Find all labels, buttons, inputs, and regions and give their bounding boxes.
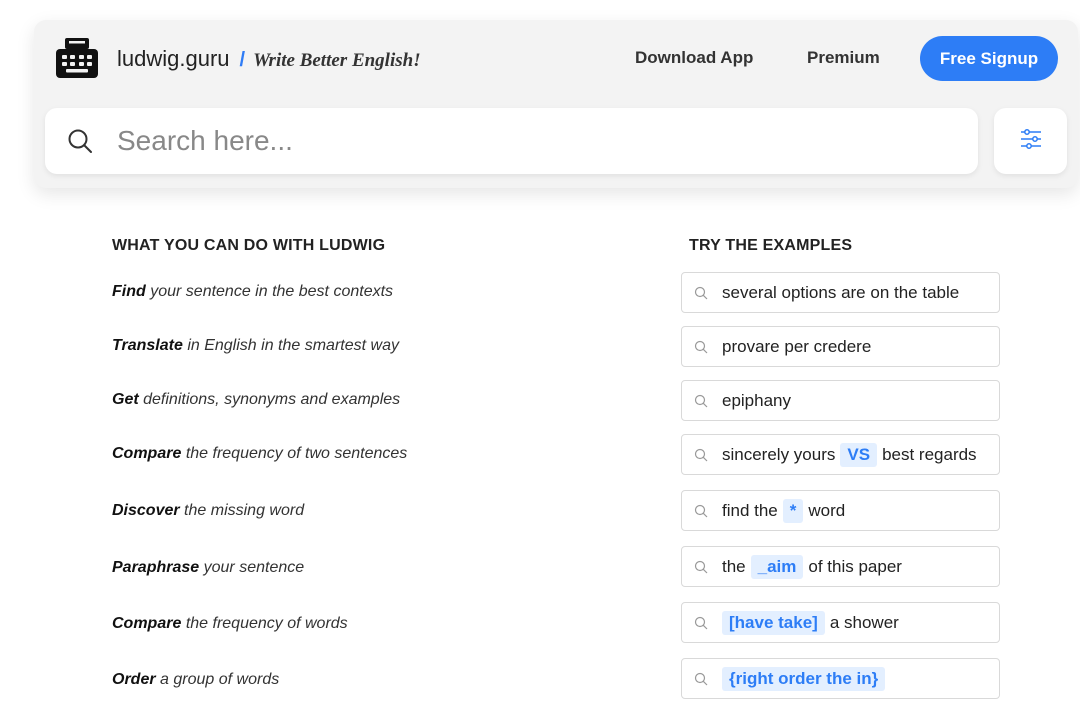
example-text-after: word xyxy=(808,500,846,520)
typewriter-icon[interactable] xyxy=(54,36,100,80)
feature-item: Translate in English in the smartest way xyxy=(112,337,399,355)
example-text-after: best regards xyxy=(882,444,977,464)
feature-item: Paraphrase your sentence xyxy=(112,559,304,577)
example-highlight: [have take] xyxy=(722,610,825,635)
example-text: epiphany xyxy=(722,390,792,410)
example-highlight: VS xyxy=(840,442,878,467)
search-input[interactable] xyxy=(117,120,957,162)
example-text: find the xyxy=(722,500,778,520)
feature-text: in English in the smartest way xyxy=(187,337,399,354)
brand-tagline: Write Better English! xyxy=(253,50,421,71)
feature-verb: Translate xyxy=(112,337,183,354)
examples-heading: TRY THE EXAMPLES xyxy=(689,237,853,254)
example-search-chip[interactable]: epiphany xyxy=(681,380,1000,421)
features-heading: WHAT YOU CAN DO WITH LUDWIG xyxy=(112,237,386,254)
feature-verb: Compare xyxy=(112,445,182,462)
feature-verb: Find xyxy=(112,283,146,300)
example-text-after: of this paper xyxy=(808,556,902,576)
feature-text: the frequency of words xyxy=(185,615,348,632)
example-search-chip[interactable]: [have take] a shower xyxy=(681,602,1000,643)
example-text: several options are on the table xyxy=(722,282,960,302)
search-box[interactable] xyxy=(45,108,978,174)
free-signup-button[interactable]: Free Signup xyxy=(920,36,1058,81)
example-text: sincerely yours xyxy=(722,444,836,464)
example-highlight: {right order the in} xyxy=(722,666,886,691)
filter-button[interactable] xyxy=(994,108,1067,174)
brand[interactable]: ludwig.guru / Write Better English! xyxy=(117,46,421,72)
header-card: ludwig.guru / Write Better English! Down… xyxy=(34,20,1078,188)
feature-verb: Paraphrase xyxy=(112,559,200,576)
feature-text: the frequency of two sentences xyxy=(185,445,408,462)
example-highlight: * xyxy=(782,498,804,523)
sliders-icon xyxy=(1019,128,1043,155)
feature-text: definitions, synonyms and examples xyxy=(143,391,401,408)
feature-item: Compare the frequency of two sentences xyxy=(112,445,407,463)
feature-verb: Compare xyxy=(112,615,182,632)
feature-item: Compare the frequency of words xyxy=(112,615,348,633)
search-icon xyxy=(694,286,708,299)
search-icon xyxy=(694,340,708,353)
feature-verb: Order xyxy=(112,671,156,688)
example-search-chip[interactable]: several options are on the table xyxy=(681,272,1000,313)
example-search-chip[interactable]: provare per credere xyxy=(681,326,1000,367)
feature-item: Order a group of words xyxy=(112,671,279,689)
search-icon xyxy=(67,128,93,154)
example-search-chip[interactable]: sincerely yours VS best regards xyxy=(681,434,1000,475)
brand-slash: / xyxy=(239,49,246,71)
example-highlight: _aim xyxy=(750,554,804,579)
feature-text: a group of words xyxy=(160,671,280,688)
search-icon xyxy=(694,504,708,517)
example-text: provare per credere xyxy=(722,336,872,356)
feature-item: Find your sentence in the best contexts xyxy=(112,283,393,301)
feature-verb: Discover xyxy=(112,502,180,519)
feature-verb: Get xyxy=(112,391,139,408)
example-text-after: a shower xyxy=(829,612,899,632)
example-search-chip[interactable]: the _aim of this paper xyxy=(681,546,1000,587)
example-search-chip[interactable]: find the * word xyxy=(681,490,1000,531)
feature-item: Get definitions, synonyms and examples xyxy=(112,391,400,409)
brand-name: ludwig.guru xyxy=(117,46,230,71)
search-icon xyxy=(694,448,708,461)
search-icon xyxy=(694,560,708,573)
search-icon xyxy=(694,616,708,629)
premium-link[interactable]: Premium xyxy=(807,48,880,68)
feature-item: Discover the missing word xyxy=(112,502,304,520)
feature-text: your sentence in the best contexts xyxy=(150,283,394,300)
example-search-chip[interactable]: {right order the in} xyxy=(681,658,1000,699)
example-text: the xyxy=(722,556,746,576)
feature-text: your sentence xyxy=(203,559,305,576)
download-app-link[interactable]: Download App xyxy=(635,48,753,68)
feature-text: the missing word xyxy=(184,502,305,519)
search-icon xyxy=(694,394,708,407)
search-icon xyxy=(694,672,708,685)
